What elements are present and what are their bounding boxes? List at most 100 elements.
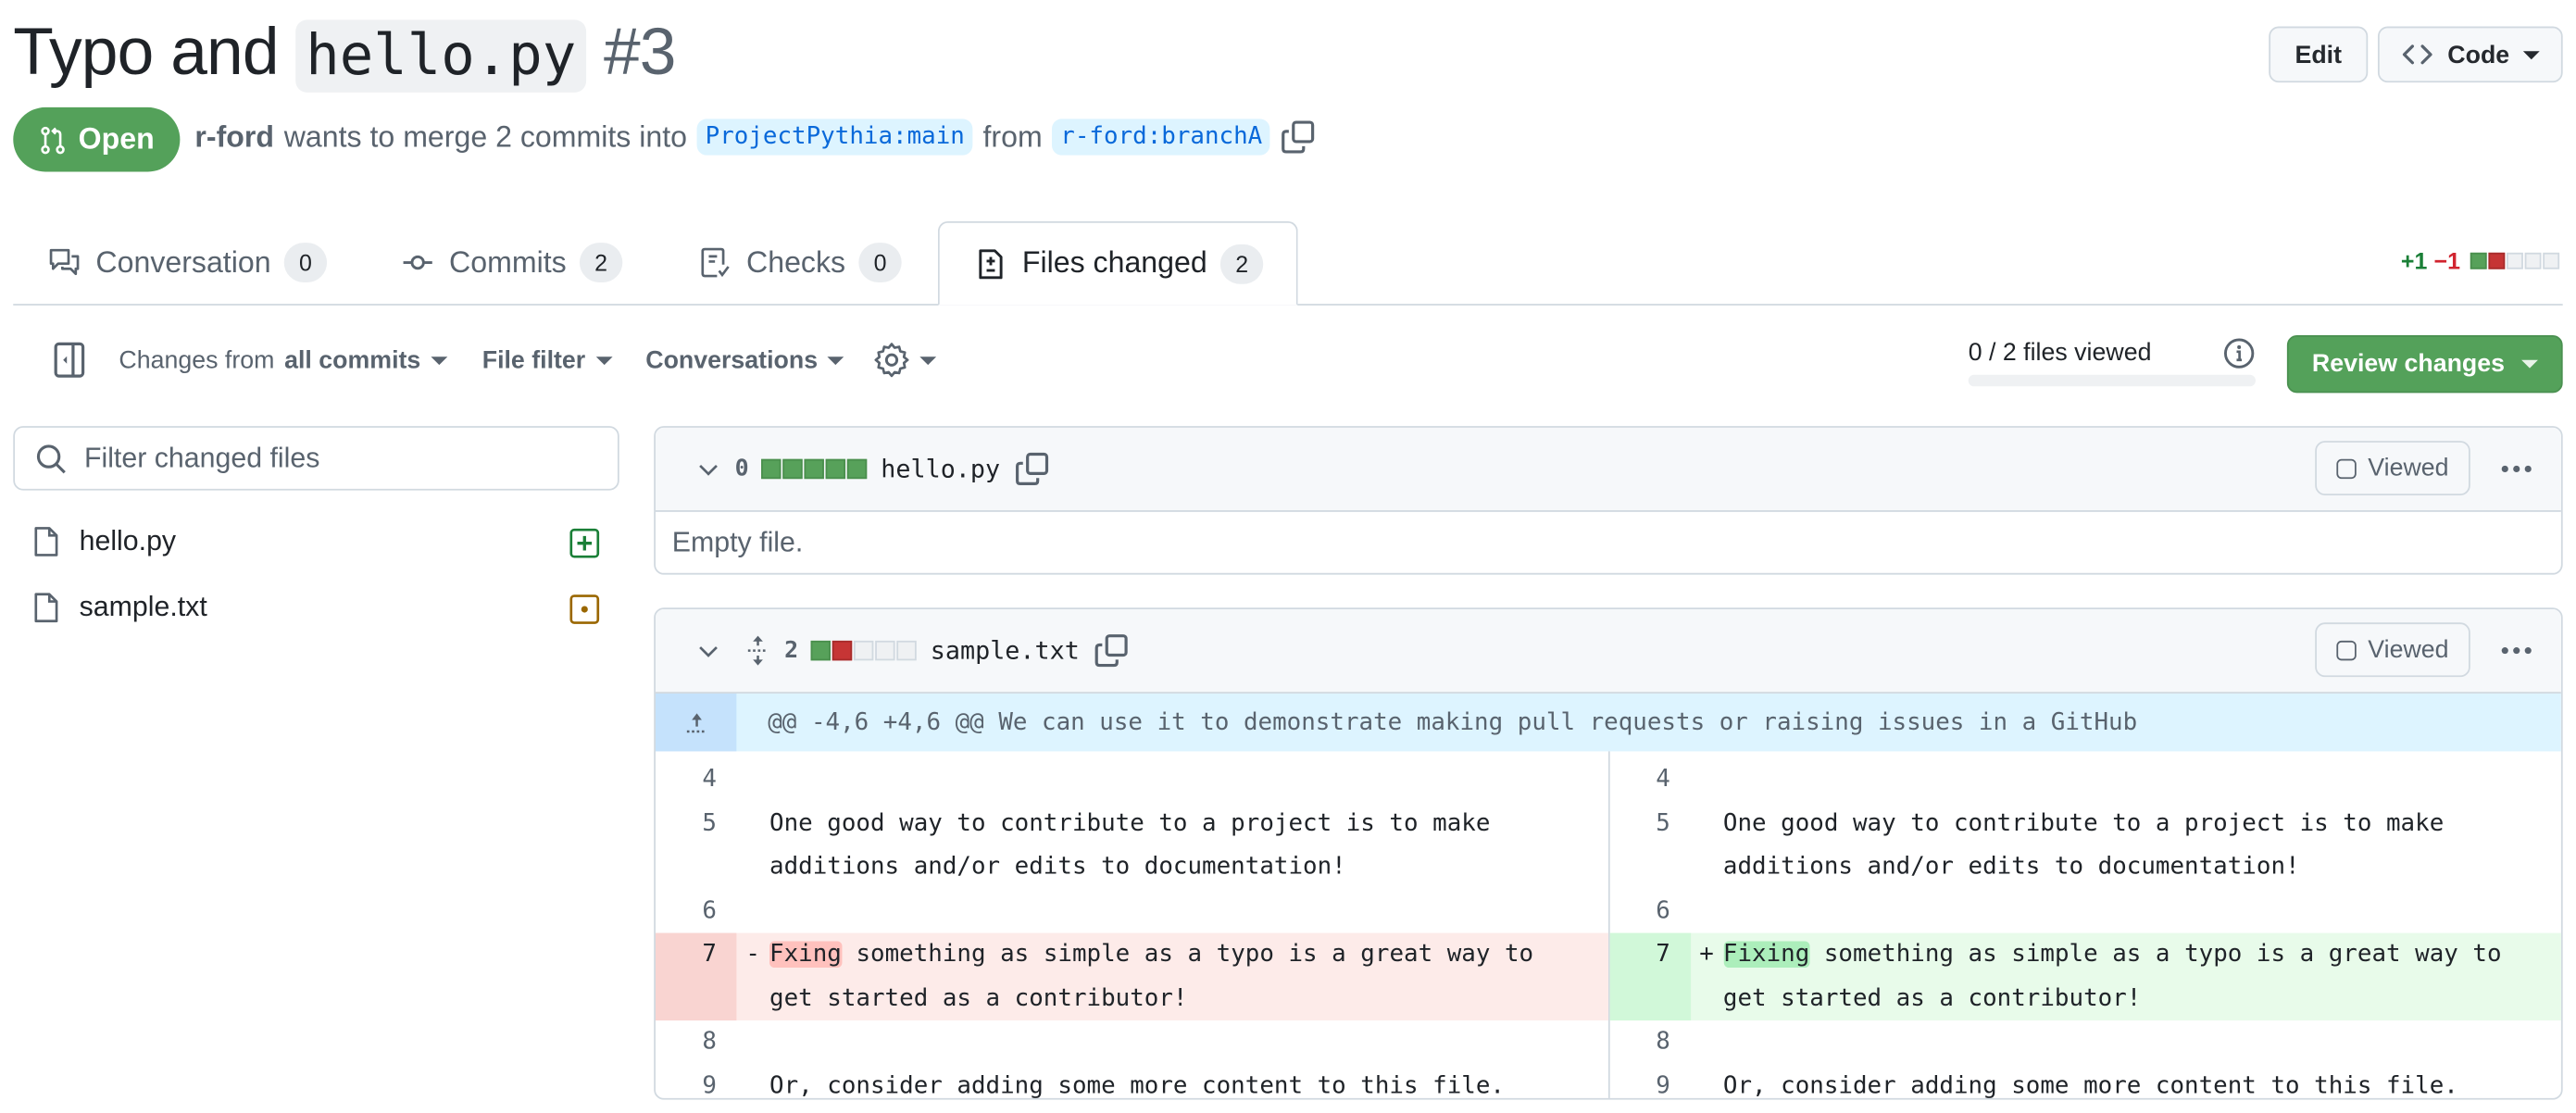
settings-dropdown[interactable] [873,342,937,378]
info-icon[interactable] [2222,337,2256,370]
checkbox[interactable] [2336,457,2357,479]
checkbox[interactable] [2336,640,2357,660]
tab-files-changed[interactable]: Files changed 2 [937,220,1298,306]
sidebar-collapse-icon [54,342,85,378]
additions-count: +1 [2400,247,2428,275]
author-link[interactable]: r-ford [194,119,274,154]
changes-from-dropdown[interactable]: Changes from all commits [119,346,447,375]
diffstat-block-add [2470,252,2487,269]
code-icon [2403,44,2433,65]
line-number[interactable]: 6 [656,889,736,932]
review-changes-button[interactable]: Review changes [2286,335,2563,394]
file-added-icon [569,528,600,558]
hunk-header: @@ -4,6 +4,6 @@ We can use it to demonst… [655,693,2561,752]
line-number[interactable]: 9 [1609,1064,1690,1098]
diffstat-block-add [805,458,825,480]
diff-line: 6 [1609,889,2561,932]
deletions-count: −1 [2433,247,2461,275]
more-options-icon[interactable] [2501,465,2532,473]
line-number[interactable]: 7 [1608,932,1691,1021]
file-name-link[interactable]: hello.py [881,454,1000,483]
hunk-header-text: @@ -4,6 +4,6 @@ We can use it to demonst… [768,708,2138,736]
checklist-icon [701,247,730,278]
diff-marker [736,889,769,932]
tab-conversation[interactable]: Conversation 0 [13,221,360,304]
copy-icon[interactable] [1281,119,1317,155]
chevron-down-icon [430,356,447,366]
more-options-icon[interactable] [2501,647,2532,655]
code-button[interactable]: Code [2377,26,2563,83]
diff-line: 4 [1609,751,2561,801]
code-text: something as simple as a typo is a great… [1722,941,2517,1012]
diff-line: 4 [656,751,1607,801]
diff-marker: - [745,941,760,969]
diff-marker: + [1699,941,1714,969]
tab-checks[interactable]: Checks 0 [664,221,935,304]
file-name-link[interactable]: sample.txt [931,636,1080,666]
from-text: from [982,119,1043,153]
viewed-checkbox-button[interactable]: Viewed [2315,622,2470,678]
file-modified-icon [569,594,600,624]
unfold-icon[interactable] [744,634,771,668]
chevron-down-icon[interactable] [695,637,722,664]
tab-label: Checks [746,244,846,279]
line-number[interactable]: 7 [655,932,737,1021]
code-label: Code [2447,40,2510,69]
split-diff: 4 5 One good way to contribute to a proje… [655,751,2561,1099]
line-number[interactable]: 8 [1609,1020,1690,1064]
code-content [769,758,1607,802]
head-branch[interactable]: r-ford:branchA [1052,119,1271,156]
base-branch[interactable]: ProjectPythia:main [696,119,973,156]
edit-button[interactable]: Edit [2269,26,2369,83]
file-icon [34,527,58,556]
merge-text: wants to merge 2 commits into [283,119,688,153]
code-content [1723,1020,2561,1064]
copy-icon[interactable] [1093,632,1129,669]
file-tree-item[interactable]: hello.py [30,519,607,565]
line-number[interactable]: 4 [656,758,736,802]
diff-marker [736,802,769,890]
line-number[interactable]: 5 [1609,802,1690,890]
code-text: Or, consider adding some more content to… [1722,1072,2458,1099]
line-number[interactable]: 4 [1609,758,1690,802]
chevron-down-icon[interactable] [695,456,722,482]
code-content: Fxing something as simple as a typo is a… [769,933,1607,1021]
tab-label: Files changed [1021,245,1207,280]
diff-line: 7 + Fixing something as simple as a typo i… [1608,932,2561,1021]
toggle-file-tree-button[interactable] [49,340,89,380]
line-number[interactable]: 9 [656,1064,736,1098]
chevron-down-icon [827,356,844,366]
gear-icon [874,343,909,378]
diffstat-blocks [2470,252,2560,269]
diffstat-block-add [811,640,832,661]
diff-marker [736,1064,769,1098]
diffstat-block-del [2488,252,2506,269]
pr-number: #3 [603,16,676,90]
viewed-label: Viewed [2368,454,2449,482]
tab-counter: 0 [283,243,328,282]
expand-up-button[interactable] [655,693,737,752]
file-change-count: 0 [734,456,749,482]
viewed-checkbox-button[interactable]: Viewed [2315,441,2470,495]
diffstat-block-add [783,458,804,480]
copy-icon[interactable] [1013,451,1049,487]
tab-label: Commits [449,244,567,279]
file-filter-dropdown[interactable]: File filter [482,346,612,375]
diff-marker [1690,889,1723,932]
code-content [1723,889,2561,932]
chevron-down-icon [2520,359,2538,369]
code-content: Or, consider adding some more content to… [769,1064,1607,1098]
diffstat-block-neutral [2543,252,2560,269]
comment-discussion-icon [49,248,80,276]
state-label: Open [78,121,155,156]
line-number[interactable]: 6 [1609,889,1690,932]
diff-marker [736,758,769,802]
line-number[interactable]: 5 [656,802,736,890]
file-tree-item[interactable]: sample.txt [30,584,607,631]
conversations-dropdown[interactable]: Conversations [645,346,844,375]
tab-commits[interactable]: Commits 2 [367,221,656,304]
line-number[interactable]: 8 [656,1020,736,1064]
review-changes-label: Review changes [2311,350,2506,379]
filter-files-input[interactable]: Filter changed files [13,426,619,491]
filter-placeholder: Filter changed files [83,442,320,473]
